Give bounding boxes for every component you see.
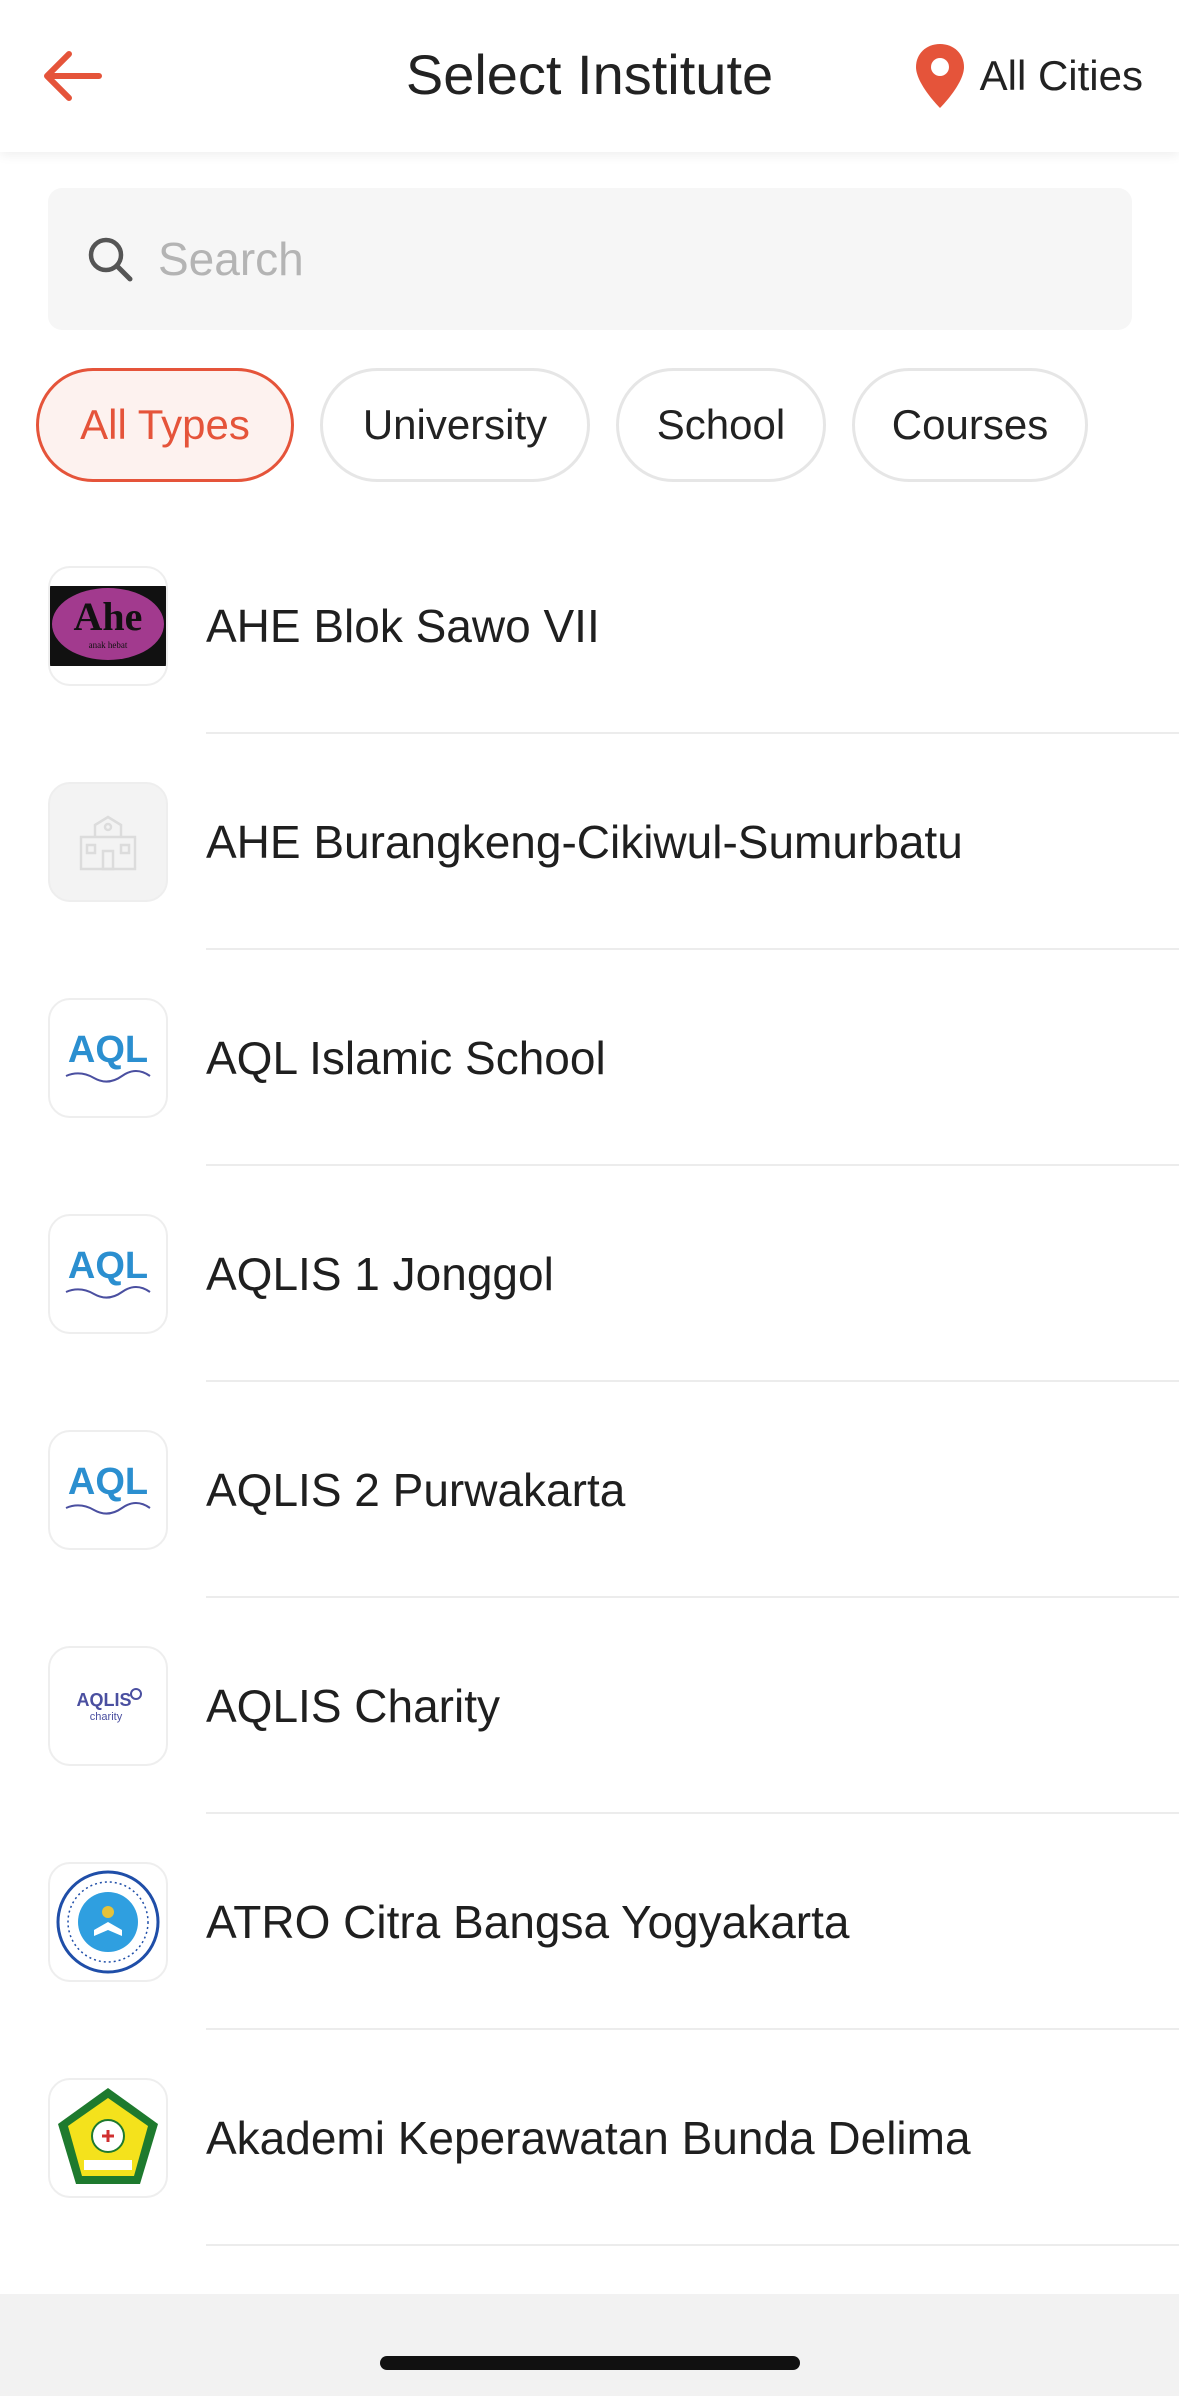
institute-row[interactable]: Ahe anak hebat AHE Blok Sawo VII (0, 518, 1179, 734)
map-pin-icon (915, 44, 964, 108)
institute-name: AQLIS 2 Purwakarta (206, 1464, 626, 1516)
home-indicator[interactable] (380, 2356, 800, 2370)
city-selector-button[interactable]: All Cities (914, 40, 1143, 112)
institute-logo: AQLIS charity (48, 1646, 168, 1766)
svg-text:AQL: AQL (68, 1461, 148, 1503)
institute-row[interactable]: ATRO Citra Bangsa Yogyakarta (0, 1814, 1179, 2030)
institute-logo: Ahe anak hebat (48, 566, 168, 686)
institute-list: Ahe anak hebat AHE Blok Sawo VII AHE Bur… (0, 518, 1179, 2246)
institute-name: AHE Burangkeng-Cikiwul-Sumurbatu (206, 816, 963, 868)
institute-row[interactable]: AQL AQLIS 1 Jonggol (0, 1166, 1179, 1382)
bottom-safe-area (0, 2294, 1179, 2396)
institute-name: AQLIS Charity (206, 1680, 500, 1732)
svg-text:charity: charity (90, 1711, 123, 1723)
search-bar[interactable] (48, 188, 1132, 330)
institute-row[interactable]: AQL AQLIS 2 Purwakarta (0, 1382, 1179, 1598)
svg-text:AQL: AQL (68, 1245, 148, 1287)
seal-icon (56, 1870, 160, 1974)
type-filter-chips: All Types University School Courses (36, 368, 1088, 482)
institute-row[interactable]: AQL AQL Islamic School (0, 950, 1179, 1166)
institute-row[interactable]: AHE Burangkeng-Cikiwul-Sumurbatu (0, 734, 1179, 950)
search-input[interactable] (158, 232, 1058, 286)
institute-logo (48, 782, 168, 902)
institute-name: Akademi Keperawatan Bunda Delima (206, 2112, 971, 2164)
institute-logo: AQL (48, 1214, 168, 1334)
city-label: All Cities (979, 52, 1143, 99)
institute-logo (48, 1862, 168, 1982)
top-nav-bar: Select Institute All Cities (0, 0, 1179, 152)
school-building-icon (79, 815, 137, 871)
institute-logo: AQL (48, 1430, 168, 1550)
institute-logo: AQL (48, 998, 168, 1118)
institute-name: ATRO Citra Bangsa Yogyakarta (206, 1896, 850, 1948)
filter-chip-all-types[interactable]: All Types (36, 368, 294, 482)
institute-row[interactable]: Akademi Keperawatan Bunda Delima (0, 2030, 1179, 2246)
divider (206, 2244, 1179, 2246)
institute-name: AQLIS 1 Jonggol (206, 1248, 554, 1300)
institute-row[interactable]: AQLIS charity AQLIS Charity (0, 1598, 1179, 1814)
svg-text:Ahe: Ahe (74, 594, 143, 639)
filter-chip-school[interactable]: School (616, 368, 826, 482)
filter-chip-university[interactable]: University (320, 368, 590, 482)
svg-text:AQL: AQL (68, 1029, 148, 1071)
svg-text:AQLIS: AQLIS (76, 1690, 131, 1710)
pentagon-shield-icon (58, 2088, 158, 2184)
svg-text:anak hebat: anak hebat (89, 640, 128, 650)
filter-chip-courses[interactable]: Courses (852, 368, 1088, 482)
institute-name: AQL Islamic School (206, 1032, 606, 1084)
institute-name: AHE Blok Sawo VII (206, 600, 600, 652)
search-icon (82, 231, 138, 287)
institute-logo (48, 2078, 168, 2198)
